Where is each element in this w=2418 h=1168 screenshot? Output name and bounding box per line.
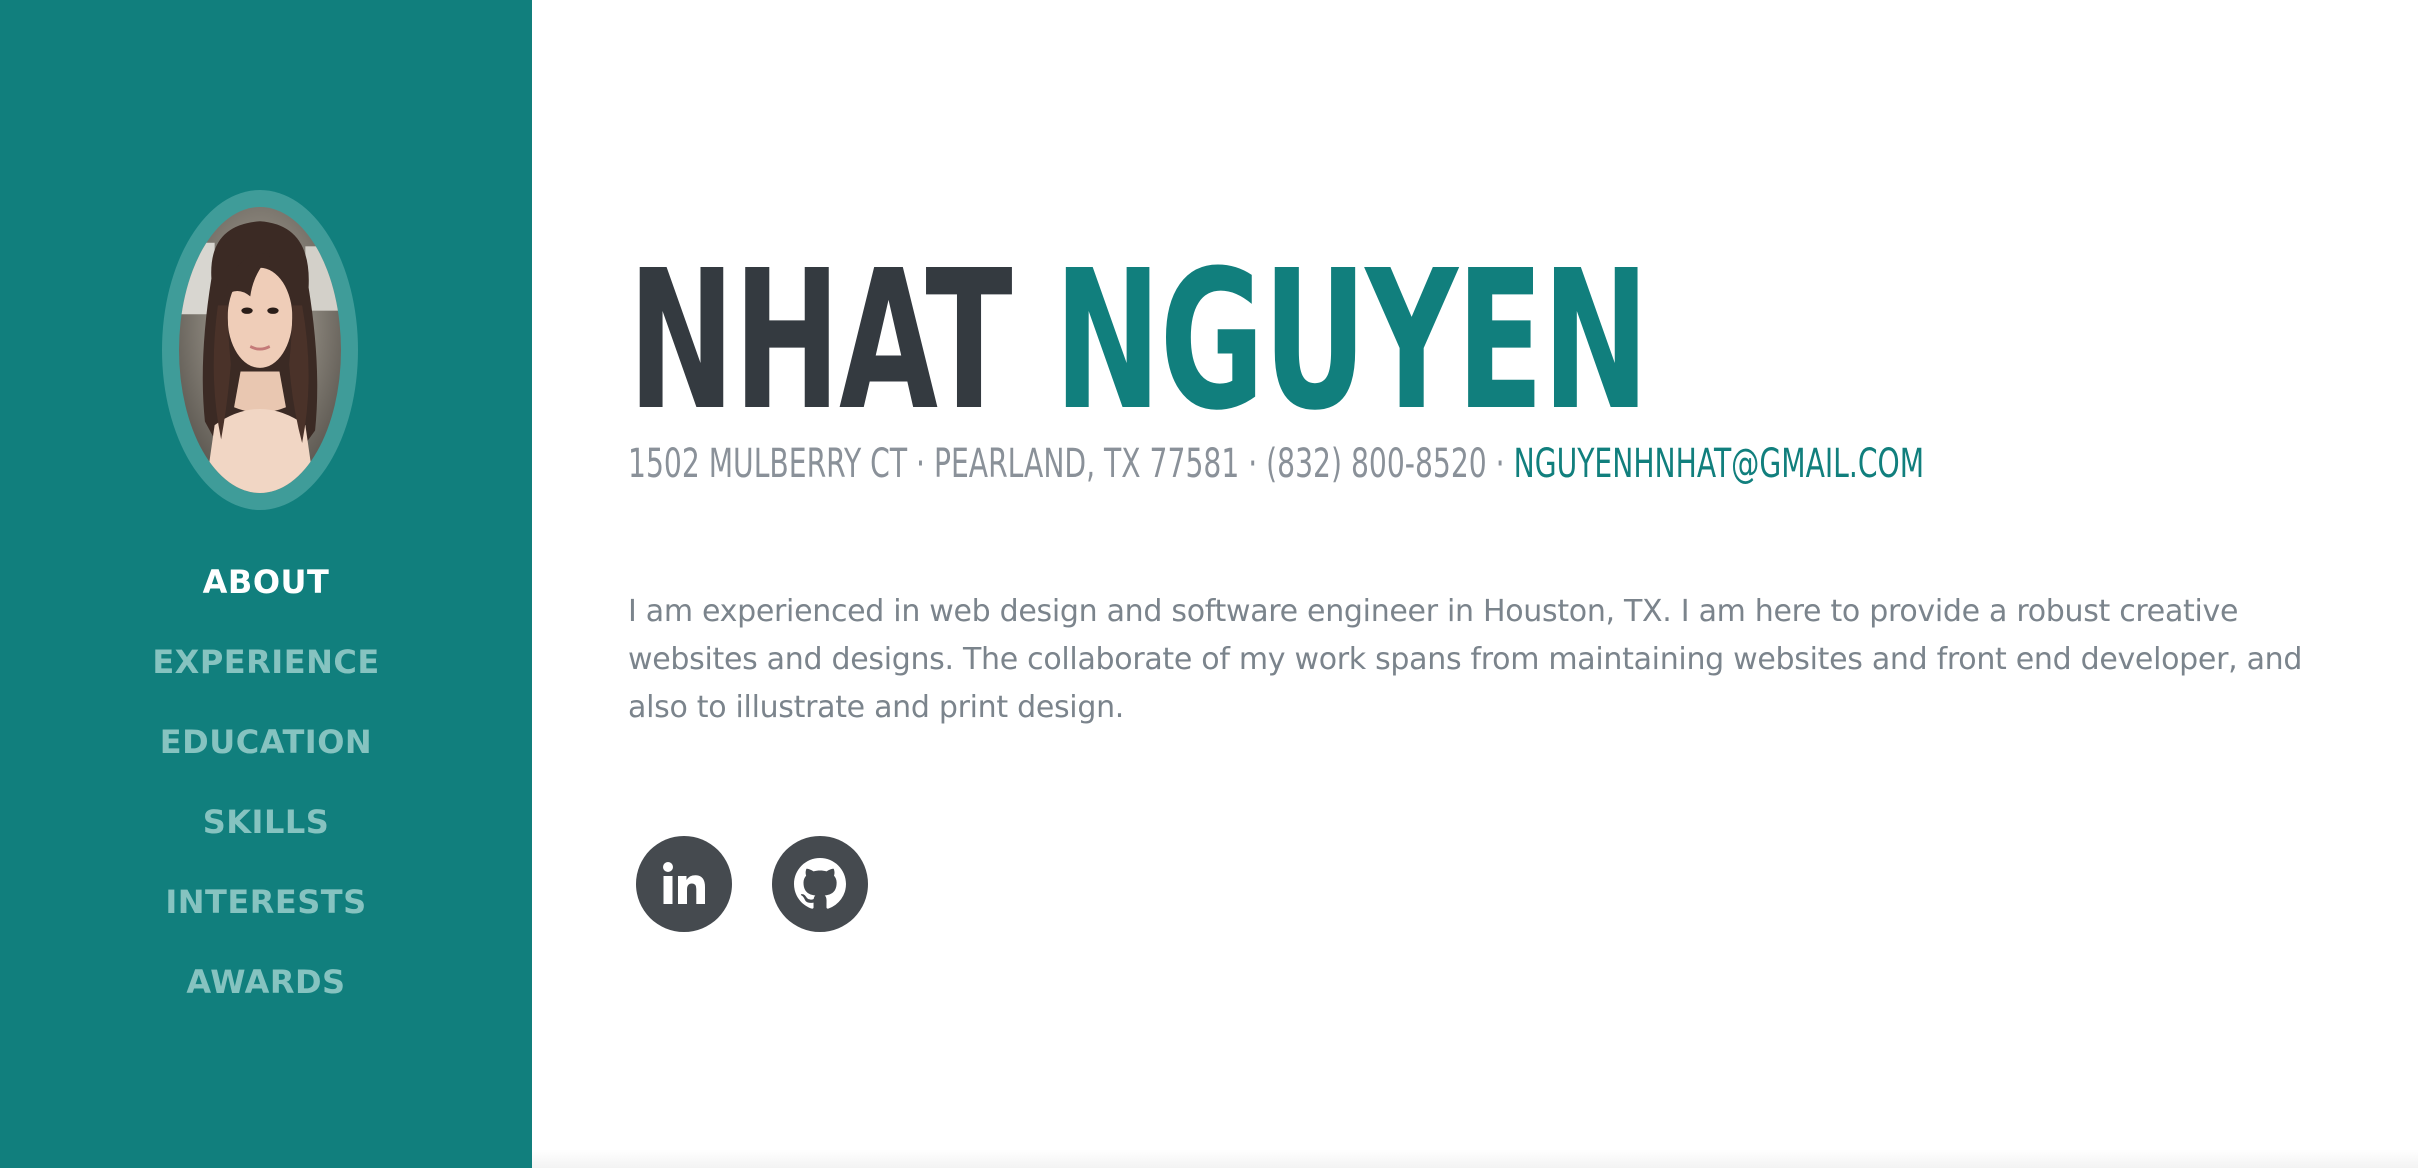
social-links xyxy=(636,836,868,932)
nav-about[interactable]: ABOUT xyxy=(0,556,532,636)
profile-photo xyxy=(179,207,341,493)
nav-skills[interactable]: SKILLS xyxy=(0,796,532,876)
nav-education[interactable]: EDUCATION xyxy=(0,716,532,796)
github-button[interactable] xyxy=(772,836,868,932)
bottom-shadow xyxy=(532,1150,2418,1168)
nav-awards[interactable]: AWARDS xyxy=(0,956,532,1036)
nav-experience[interactable]: EXPERIENCE xyxy=(0,636,532,716)
nav-interests[interactable]: INTERESTS xyxy=(0,876,532,956)
avatar xyxy=(162,190,358,510)
linkedin-icon xyxy=(663,862,705,904)
last-name: NGUYEN xyxy=(1054,230,1649,453)
github-icon xyxy=(794,858,846,909)
contact-line: 1502 MULBERRY CT · PEARLAND, TX 77581 · … xyxy=(628,436,1924,492)
address-text: 1502 MULBERRY CT · PEARLAND, TX 77581 · … xyxy=(628,441,1505,487)
linkedin-button[interactable] xyxy=(636,836,732,932)
page: ABOUT EXPERIENCE EDUCATION SKILLS INTERE… xyxy=(0,0,2418,1168)
bio-text: I am experienced in web design and softw… xyxy=(628,594,2303,725)
page-title: NHAT NGUYEN xyxy=(628,246,1649,438)
email-link[interactable]: NGUYENHNHAT@GMAIL.COM xyxy=(1514,441,1924,487)
sidebar-nav: ABOUT EXPERIENCE EDUCATION SKILLS INTERE… xyxy=(0,556,532,1036)
first-name: NHAT xyxy=(628,230,1013,453)
sidebar: ABOUT EXPERIENCE EDUCATION SKILLS INTERE… xyxy=(0,0,532,1168)
